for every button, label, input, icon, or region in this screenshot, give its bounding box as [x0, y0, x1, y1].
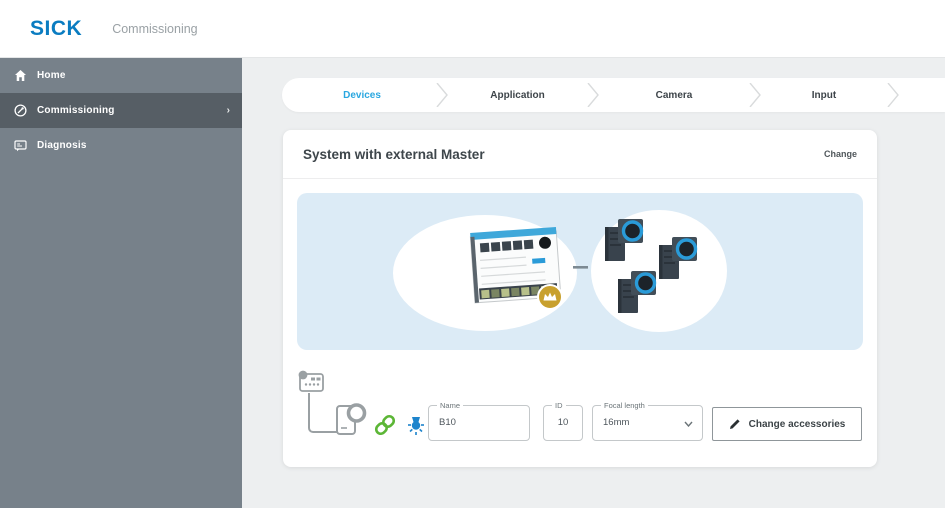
- sidebar-item-label: Diagnosis: [37, 140, 87, 151]
- pencil-icon: [729, 419, 740, 429]
- master-device-icon: [298, 370, 324, 392]
- step-label: Input: [811, 89, 837, 101]
- home-icon: [15, 70, 26, 81]
- sick-logo: SICK: [30, 16, 83, 40]
- focal-length-select[interactable]: Focal length 16mm: [592, 401, 703, 441]
- chevron-down-icon: [684, 421, 693, 427]
- system-illustration: [393, 210, 727, 332]
- focal-length-label: Focal length: [601, 401, 648, 410]
- wizard-steps-bar: Devices Application Camera Input: [282, 78, 945, 112]
- card-header: System with external Master Change: [283, 130, 877, 179]
- app-window: SICK Commissioning Home Commissioning ›: [0, 0, 945, 525]
- sidebar-item-home[interactable]: Home: [0, 58, 242, 93]
- sidebar-item-commissioning[interactable]: Commissioning ›: [0, 93, 242, 128]
- change-accessories-label: Change accessories: [748, 418, 846, 430]
- hierarchy-connector-line: [308, 393, 338, 433]
- name-field-value: B10: [439, 417, 456, 428]
- chevron-right-icon: ›: [226, 105, 230, 116]
- illumination-icon: [408, 417, 424, 435]
- diagnosis-icon: [14, 140, 27, 152]
- name-input[interactable]: Name B10: [428, 401, 530, 441]
- camera-device-icon: [336, 403, 367, 435]
- link-icon: [374, 414, 396, 436]
- sidebar-item-diagnosis[interactable]: Diagnosis: [0, 128, 242, 163]
- id-field-label: ID: [552, 401, 566, 410]
- system-illustration-panel: [297, 193, 863, 350]
- change-link[interactable]: Change: [824, 149, 857, 159]
- app-title: Commissioning: [112, 21, 198, 36]
- device-config-row: Name B10 ID 10 Focal length 16mm Change …: [297, 369, 863, 464]
- step-input[interactable]: Input: [755, 78, 899, 112]
- top-header: SICK Commissioning: [0, 0, 945, 58]
- step-label: Application: [490, 89, 545, 101]
- sidebar: Home Commissioning › Diagnosis: [0, 58, 242, 508]
- step-devices[interactable]: Devices: [282, 78, 448, 112]
- system-card: System with external Master Change Name …: [283, 130, 877, 467]
- id-field-value: 10: [557, 417, 569, 428]
- connection-dash: [573, 266, 588, 269]
- name-field-label: Name: [437, 401, 464, 410]
- step-camera[interactable]: Camera: [593, 78, 761, 112]
- step-application[interactable]: Application: [442, 78, 599, 112]
- card-title: System with external Master: [303, 146, 485, 162]
- sidebar-item-label: Home: [37, 70, 66, 81]
- step-next-empty: [893, 78, 945, 112]
- step-label: Camera: [655, 89, 693, 101]
- sidebar-item-label: Commissioning: [37, 105, 115, 116]
- commissioning-icon: [14, 104, 27, 117]
- crown-badge-icon: [537, 284, 563, 310]
- change-accessories-button[interactable]: Change accessories: [712, 407, 862, 441]
- id-input[interactable]: ID 10: [543, 401, 583, 441]
- step-label: Devices: [343, 89, 381, 101]
- bottom-strip: [0, 508, 945, 525]
- content-area: Devices Application Camera Input System …: [242, 58, 945, 508]
